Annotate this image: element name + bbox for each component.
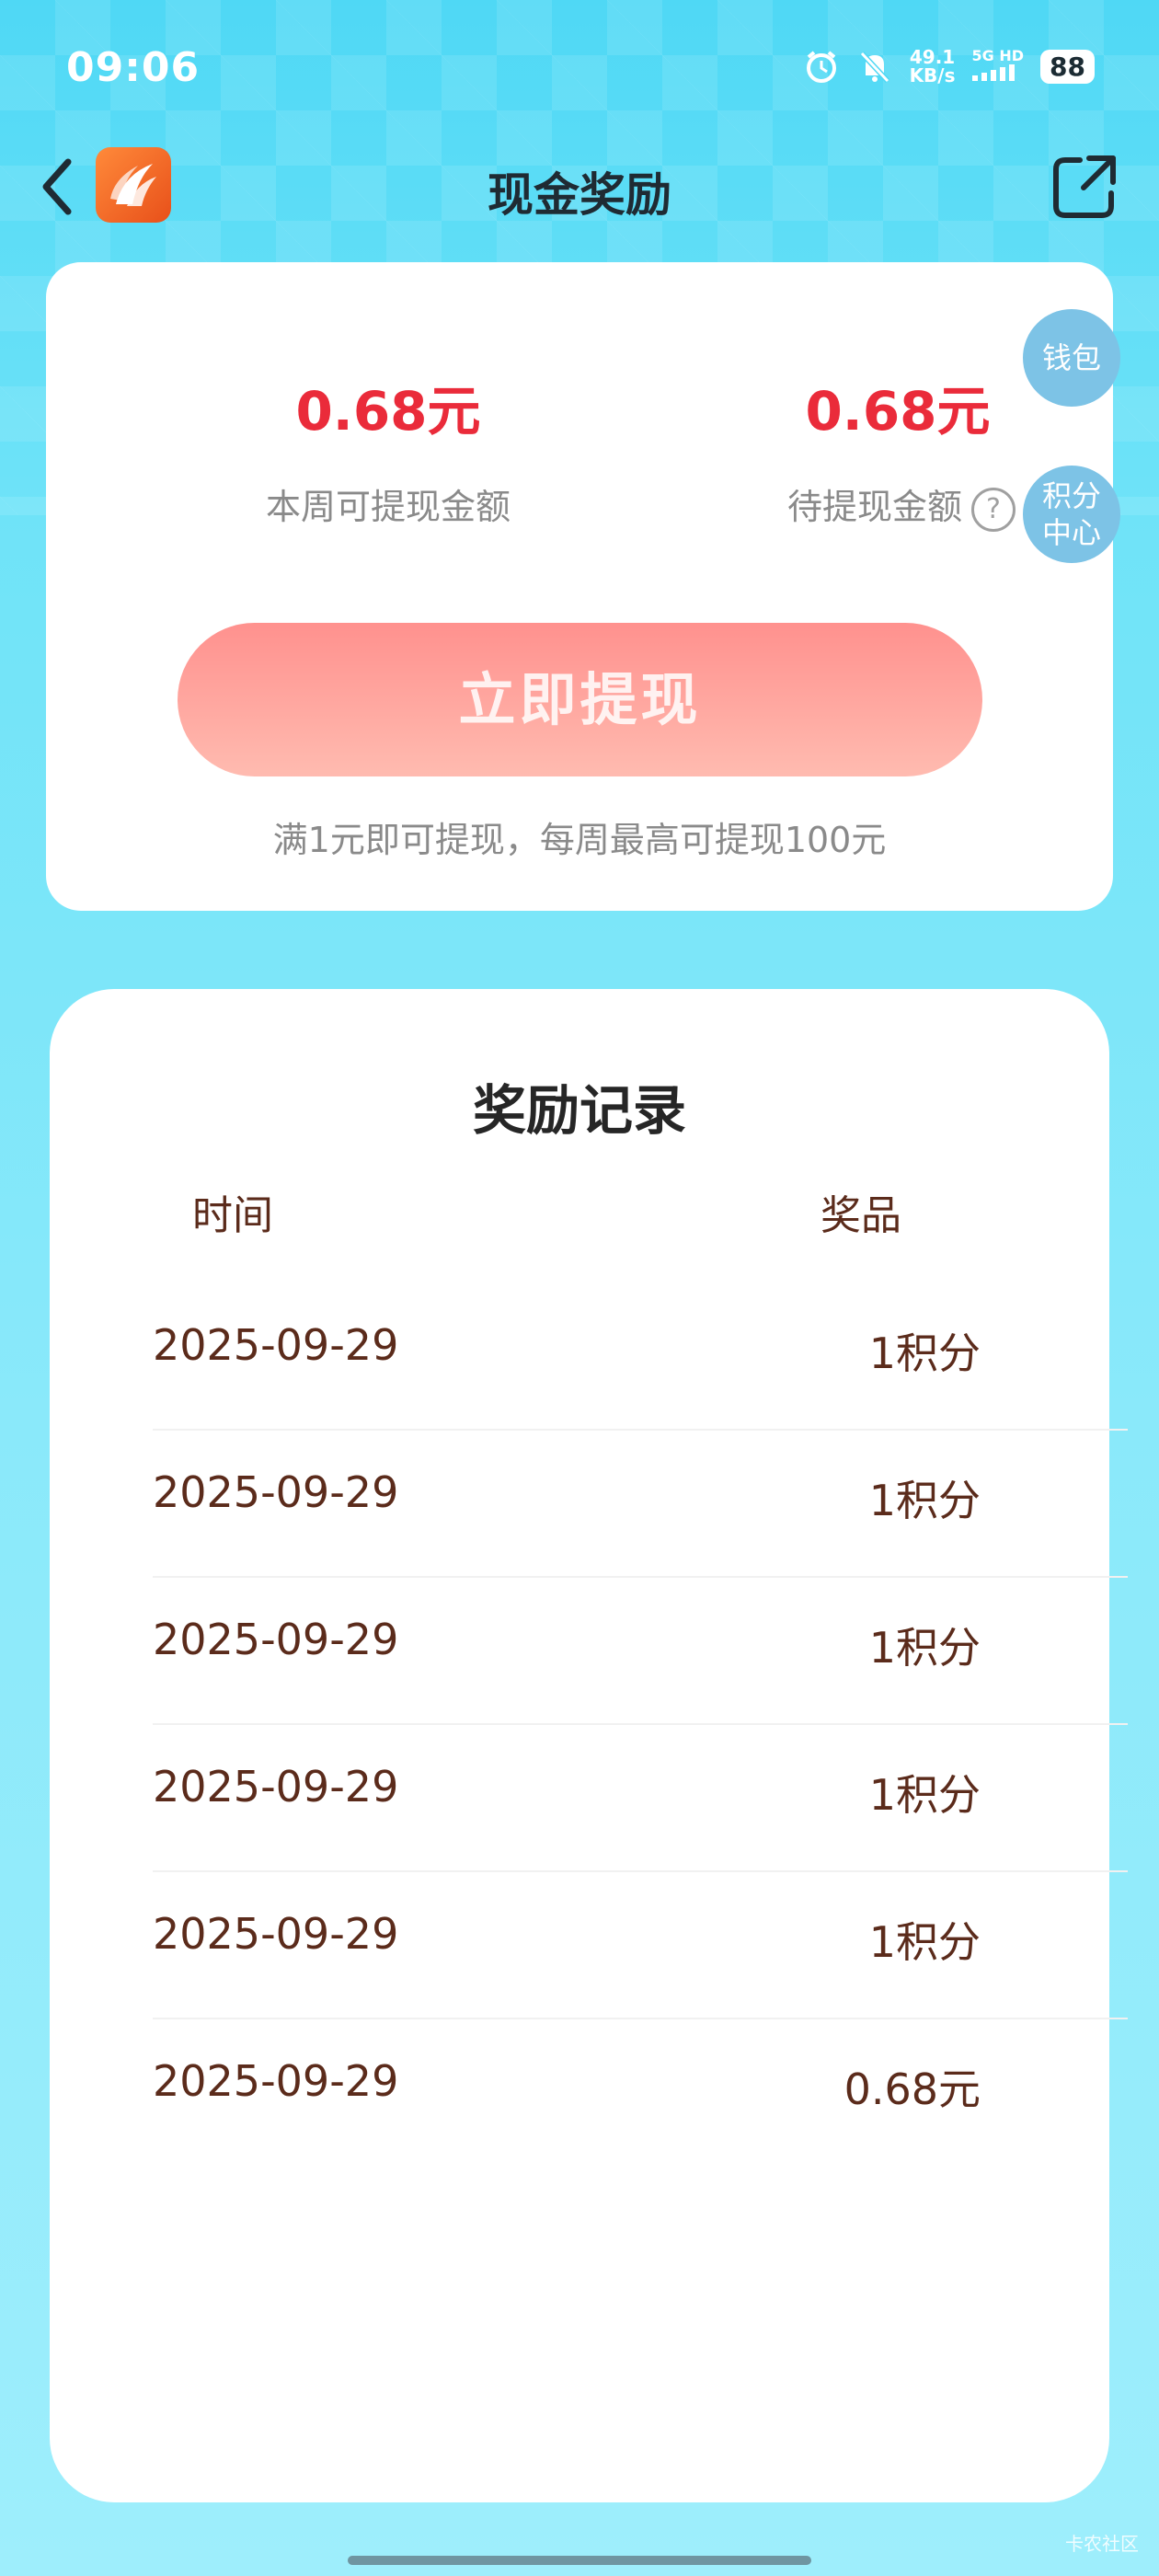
table-row: 2025-09-29 1积分: [153, 1431, 1128, 1578]
battery-indicator: 88: [1040, 49, 1095, 84]
table-row: 2025-09-29 1积分: [153, 1872, 1128, 2019]
wallet-label: 钱包: [1041, 340, 1101, 375]
signal-indicator: 5G HD: [971, 48, 1024, 85]
record-prize: 0.68元: [843, 2064, 981, 2114]
wallet-button[interactable]: 钱包: [1023, 309, 1120, 407]
record-date: 2025-09-29: [153, 1615, 399, 1664]
signal-bars-icon: [971, 64, 1015, 81]
column-header-prize: 奖品: [820, 1192, 901, 1239]
points-center-label-line2: 中心: [1041, 515, 1101, 550]
record-prize: 1积分: [868, 1623, 981, 1673]
table-row: 2025-09-29 1积分: [153, 1283, 1128, 1431]
table-row: 2025-09-29 1积分: [153, 1578, 1128, 1725]
page-title: 现金奖励: [488, 168, 671, 222]
pending-withdraw-amount: 0.68元: [805, 380, 991, 443]
pending-withdraw-label: 待提现金额: [786, 487, 962, 527]
records-list: 2025-09-29 1积分 2025-09-29 1积分 2025-09-29…: [153, 1283, 1128, 2165]
record-date: 2025-09-29: [153, 1467, 399, 1517]
record-date: 2025-09-29: [153, 1320, 399, 1370]
home-indicator[interactable]: [348, 2556, 811, 2565]
weekly-withdrawable-amount: 0.68元: [295, 380, 481, 443]
record-date: 2025-09-29: [153, 2056, 399, 2106]
help-icon[interactable]: ?: [971, 487, 1016, 532]
record-prize: 1积分: [868, 1917, 981, 1967]
table-row: 2025-09-29 0.68元: [153, 2019, 1128, 2165]
points-center-label-line1: 积分: [1041, 478, 1101, 513]
record-prize: 1积分: [868, 1476, 981, 1525]
status-bar: 09:06 49.1 KB/s 5G HD 88: [0, 0, 1159, 138]
points-center-button[interactable]: 积分 中心: [1023, 466, 1120, 563]
share-icon[interactable]: [1049, 151, 1120, 223]
reward-records-card: 奖励记录 时间 奖品 2025-09-29 1积分 2025-09-29 1积分…: [50, 989, 1128, 2502]
record-date: 2025-09-29: [153, 1762, 399, 1811]
column-header-time: 时间: [192, 1192, 273, 1239]
net-speed: 49.1 KB/s: [909, 46, 956, 86]
alarm-icon: [806, 51, 836, 83]
record-date: 2025-09-29: [153, 1909, 399, 1959]
status-icons: 49.1 KB/s 5G HD 88: [803, 48, 1095, 85]
withdraw-rule-text: 满1元即可提现，每周最高可提现100元: [272, 820, 887, 860]
cash-summary-card: 0.68元 0.68元 本周可提现金额 待提现金额? 立即提现 满1元即可提现，…: [46, 262, 1113, 911]
record-prize: 1积分: [868, 1328, 981, 1378]
record-prize: 1积分: [868, 1770, 981, 1820]
records-title: 奖励记录: [472, 1079, 686, 1142]
weekly-withdrawable-label: 本周可提现金额: [265, 487, 511, 527]
watermark: 卡农社区: [1065, 2533, 1139, 2555]
withdraw-now-button[interactable]: 立即提现: [178, 623, 982, 776]
mute-bell-icon: [859, 51, 889, 84]
table-row: 2025-09-29 1积分: [153, 1725, 1128, 1872]
status-time: 09:06: [66, 44, 201, 91]
